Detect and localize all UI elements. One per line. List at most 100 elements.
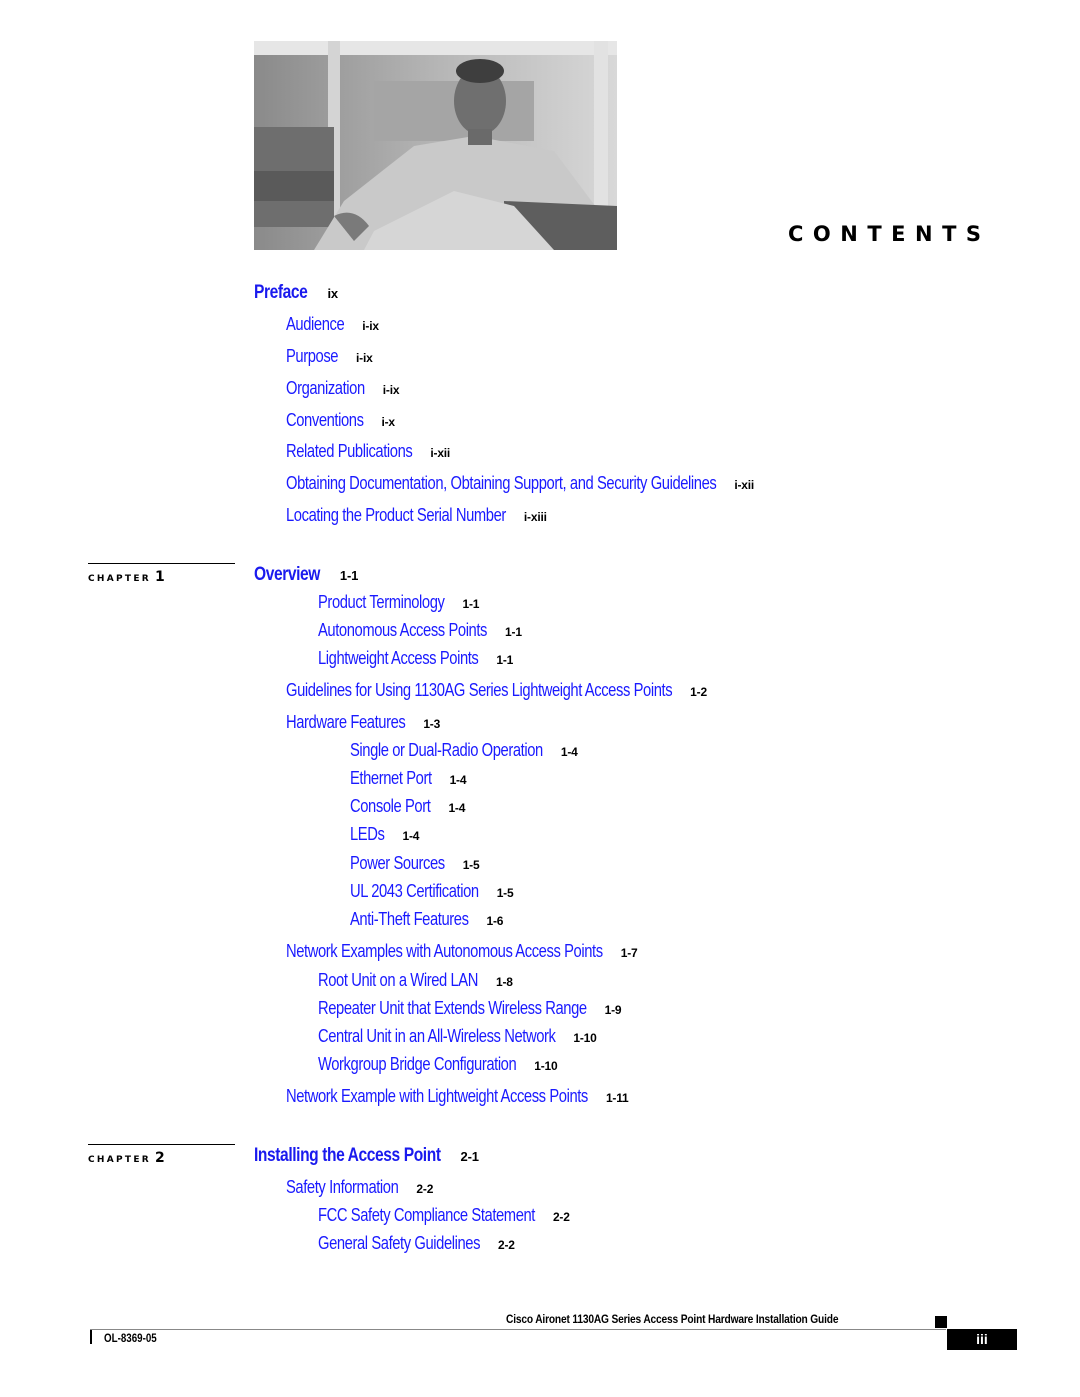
- cover-photo: [254, 41, 617, 250]
- toc-entry-title[interactable]: Ethernet Port: [350, 769, 432, 787]
- toc-entry[interactable]: Lightweight Access Points 1-1: [318, 649, 513, 668]
- toc-entry-title[interactable]: Overview: [254, 565, 320, 584]
- toc-entry[interactable]: Audience i-ix: [286, 315, 379, 334]
- footer-guide-title: Cisco Aironet 1130AG Series Access Point…: [506, 1312, 839, 1326]
- toc-entry-title[interactable]: Conventions: [286, 411, 364, 429]
- toc-entry-page: 1-6: [486, 914, 504, 928]
- toc-entry-page: i-xii: [430, 446, 451, 460]
- toc-entry-title[interactable]: Anti-Theft Features: [350, 910, 469, 928]
- toc-entry-page: i-ix: [356, 351, 373, 365]
- toc-entry-title[interactable]: Related Publications: [286, 442, 413, 460]
- toc-entry-page: 1-2: [690, 685, 707, 699]
- toc-entry[interactable]: FCC Safety Compliance Statement 2-2: [318, 1206, 570, 1225]
- toc-entry-page: 1-11: [605, 1091, 629, 1105]
- toc-entry[interactable]: Guidelines for Using 1130AG Series Light…: [286, 681, 707, 700]
- toc-entry-page: 1-1: [505, 625, 522, 639]
- toc-entry-title[interactable]: General Safety Guidelines: [318, 1234, 480, 1252]
- toc-entry-title[interactable]: Network Examples with Autonomous Access …: [286, 942, 603, 960]
- toc-entry-title[interactable]: Installing the Access Point: [254, 1146, 441, 1165]
- toc-entry-title[interactable]: Locating the Product Serial Number: [286, 506, 506, 524]
- chapter-divider: [88, 1144, 235, 1145]
- toc-entry-page: 1-1: [339, 568, 359, 583]
- toc-entry[interactable]: Organization i-ix: [286, 379, 400, 398]
- toc-entry-page: i-x: [381, 415, 395, 429]
- toc-entry-title[interactable]: Preface: [254, 283, 308, 302]
- toc-entry-page: 1-4: [560, 745, 578, 759]
- chapter-label-text: CHAPTER: [88, 574, 152, 584]
- toc-entry[interactable]: Hardware Features 1-3: [286, 713, 440, 732]
- toc-entry-page: 1-9: [604, 1003, 622, 1017]
- toc-entry[interactable]: Autonomous Access Points 1-1: [318, 621, 522, 640]
- toc-entry-title[interactable]: Network Example with Lightweight Access …: [286, 1087, 588, 1105]
- toc-entry-title[interactable]: FCC Safety Compliance Statement: [318, 1206, 535, 1224]
- toc-entry[interactable]: Repeater Unit that Extends Wireless Rang…: [318, 999, 622, 1018]
- toc-entry-preface[interactable]: Preface ix: [254, 283, 338, 302]
- toc-entry[interactable]: Purpose i-ix: [286, 347, 373, 366]
- toc-entry-page: 1-1: [462, 597, 480, 611]
- toc-entry-title[interactable]: Workgroup Bridge Configuration: [318, 1055, 517, 1073]
- toc-entry-title[interactable]: Purpose: [286, 347, 339, 365]
- toc-entry[interactable]: Central Unit in an All-Wireless Network 1…: [318, 1027, 597, 1046]
- toc-entry-page: 1-1: [496, 653, 514, 667]
- toc-entry-page: 2-2: [498, 1238, 515, 1252]
- toc-entry[interactable]: Console Port 1-4: [350, 797, 465, 816]
- toc-entry-page: 1-5: [496, 886, 514, 900]
- toc-entry[interactable]: Single or Dual-Radio Operation 1-4: [350, 741, 578, 760]
- toc-entry-page: 1-3: [423, 717, 441, 731]
- toc-entry-title[interactable]: Guidelines for Using 1130AG Series Light…: [286, 681, 673, 699]
- toc-entry-page: 1-10: [534, 1059, 558, 1073]
- toc-entry[interactable]: Safety Information 2-2: [286, 1178, 433, 1197]
- toc-entry-page: i-xii: [734, 478, 755, 492]
- toc-entry[interactable]: Root Unit on a Wired LAN 1-8: [318, 971, 513, 990]
- footer-rule: [90, 1329, 946, 1330]
- toc-entry[interactable]: General Safety Guidelines 2-2: [318, 1234, 515, 1253]
- toc-entry[interactable]: Workgroup Bridge Configuration 1-10: [318, 1055, 558, 1074]
- toc-entry-title[interactable]: Audience: [286, 315, 345, 333]
- toc-entry-page: 1-10: [573, 1031, 597, 1045]
- toc-entry-title[interactable]: Product Terminology: [318, 593, 445, 611]
- toc-entry[interactable]: Product Terminology 1-1: [318, 593, 479, 612]
- toc-entry-title[interactable]: Autonomous Access Points: [318, 621, 487, 639]
- toc-entry-title[interactable]: UL 2043 Certification: [350, 882, 479, 900]
- toc-entry-title[interactable]: Lightweight Access Points: [318, 649, 479, 667]
- toc-entry[interactable]: Ethernet Port 1-4: [350, 769, 467, 788]
- toc-entry-title[interactable]: Single or Dual-Radio Operation: [350, 741, 543, 759]
- toc-entry[interactable]: Conventions i-x: [286, 411, 395, 430]
- toc-entry-page: 1-4: [448, 801, 466, 815]
- toc-entry[interactable]: Related Publications i-xii: [286, 442, 450, 461]
- toc-entry[interactable]: Locating the Product Serial Number i-xiii: [286, 506, 547, 525]
- toc-entry-title[interactable]: Organization: [286, 379, 365, 397]
- toc-entry-title[interactable]: Power Sources: [350, 854, 445, 872]
- toc-entry[interactable]: LEDs 1-4: [350, 825, 419, 844]
- toc-entry[interactable]: Network Example with Lightweight Access …: [286, 1087, 629, 1106]
- toc-entry-title[interactable]: Console Port: [350, 797, 431, 815]
- toc-entry[interactable]: Anti-Theft Features 1-6: [350, 910, 503, 929]
- toc-entry-title[interactable]: Obtaining Documentation, Obtaining Suppo…: [286, 474, 717, 492]
- chapter-number: 2: [155, 1150, 165, 1166]
- portrait-image: [254, 41, 617, 250]
- toc-entry-title[interactable]: Hardware Features: [286, 713, 406, 731]
- toc-entry[interactable]: Obtaining Documentation, Obtaining Suppo…: [286, 474, 754, 493]
- toc-entry-title[interactable]: LEDs: [350, 825, 385, 843]
- toc-entry[interactable]: Power Sources 1-5: [350, 854, 480, 873]
- toc-entry-page: 1-8: [496, 975, 513, 989]
- toc-entry-title[interactable]: Central Unit in an All-Wireless Network: [318, 1027, 556, 1045]
- footer-marker-square: [935, 1316, 947, 1328]
- chapter-label: CHAPTER 2: [88, 1150, 165, 1166]
- chapter-label: CHAPTER 1: [88, 569, 165, 585]
- chapter-divider: [88, 563, 235, 564]
- toc-entry-page: 2-2: [416, 1182, 434, 1196]
- toc-entry-page: i-ix: [362, 319, 379, 333]
- toc-entry-title[interactable]: Safety Information: [286, 1178, 399, 1196]
- toc-entry-title[interactable]: Repeater Unit that Extends Wireless Rang…: [318, 999, 587, 1017]
- toc-entry-chapter-2[interactable]: Installing the Access Point 2-1: [254, 1146, 479, 1165]
- toc-entry-chapter-1[interactable]: Overview 1-1: [254, 565, 358, 584]
- toc-entry-page: i-xiii: [523, 510, 547, 524]
- toc-entry-page: 2-1: [460, 1149, 479, 1164]
- toc-entry-page: 1-5: [462, 858, 480, 872]
- toc-entry-page: ix: [327, 286, 338, 301]
- toc-entry[interactable]: UL 2043 Certification 1-5: [350, 882, 514, 901]
- contents-heading: CONTENTS: [788, 222, 991, 246]
- toc-entry[interactable]: Network Examples with Autonomous Access …: [286, 942, 638, 961]
- toc-entry-title[interactable]: Root Unit on a Wired LAN: [318, 971, 478, 989]
